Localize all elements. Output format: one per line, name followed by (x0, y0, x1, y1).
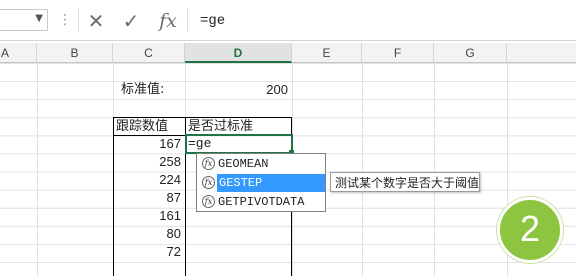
autocomplete-item-getpivotdata[interactable]: fx GETPIVOTDATA (198, 193, 324, 211)
table-cell-value[interactable]: 87 (114, 189, 185, 207)
autocomplete-item-gestep[interactable]: fx GESTEP (198, 174, 325, 192)
column-header-a[interactable]: A (0, 43, 37, 63)
table-cell-value[interactable]: 258 (114, 153, 185, 171)
table-divider (185, 135, 186, 276)
formula-input[interactable]: =ge (192, 9, 576, 33)
chevron-down-icon[interactable]: ▼ (35, 13, 43, 24)
more-options-icon[interactable]: ⋮ (58, 12, 72, 28)
gridline (37, 63, 38, 276)
divider (187, 8, 188, 32)
column-header-blank[interactable] (507, 43, 576, 63)
function-icon: fx (202, 195, 215, 208)
cancel-button[interactable]: ✕ (85, 9, 107, 33)
table-cell-value[interactable]: 161 (114, 207, 185, 225)
gridline (362, 63, 363, 276)
table-cell-value[interactable]: 72 (114, 243, 185, 261)
autocomplete-item-label: GEOMEAN (218, 157, 269, 171)
column-header-c[interactable]: C (113, 43, 185, 63)
column-header-e[interactable]: E (292, 43, 362, 63)
enter-button[interactable]: ✓ (120, 9, 142, 33)
column-header-d[interactable]: D (185, 43, 292, 63)
table-cell-value[interactable]: 167 (114, 135, 185, 153)
step-badge: 2 (497, 197, 563, 263)
autocomplete-item-geomean[interactable]: fx GEOMEAN (198, 155, 324, 173)
name-box[interactable]: ▼ (0, 9, 48, 31)
threshold-value[interactable]: 200 (186, 81, 292, 99)
divider (78, 8, 79, 32)
threshold-label[interactable]: 标准值: (121, 81, 185, 99)
step-number: 2 (519, 208, 541, 249)
function-icon: fx (202, 157, 215, 170)
autocomplete-item-label: GESTEP (217, 174, 325, 192)
table-cell-value[interactable]: 224 (114, 171, 185, 189)
autocomplete-item-label: GETPIVOTDATA (218, 195, 305, 209)
header-tracking-value[interactable]: 跟踪数值 (113, 117, 186, 136)
function-tooltip: 测试某个数字是否大于阈值 (330, 172, 480, 192)
table-cell-value[interactable]: 80 (114, 225, 185, 243)
insert-function-button[interactable]: fx (155, 9, 181, 33)
formula-bar: ▼ ⋮ ✕ ✓ fx =ge (0, 0, 576, 41)
gridline (434, 63, 435, 276)
column-header-b[interactable]: B (37, 43, 113, 63)
function-autocomplete-list: fx GEOMEAN fx GESTEP fx GETPIVOTDATA (196, 153, 326, 212)
function-icon: fx (202, 176, 215, 189)
active-cell-editor[interactable]: =ge (185, 134, 293, 154)
column-header-g[interactable]: G (434, 43, 507, 63)
column-header-f[interactable]: F (362, 43, 434, 63)
